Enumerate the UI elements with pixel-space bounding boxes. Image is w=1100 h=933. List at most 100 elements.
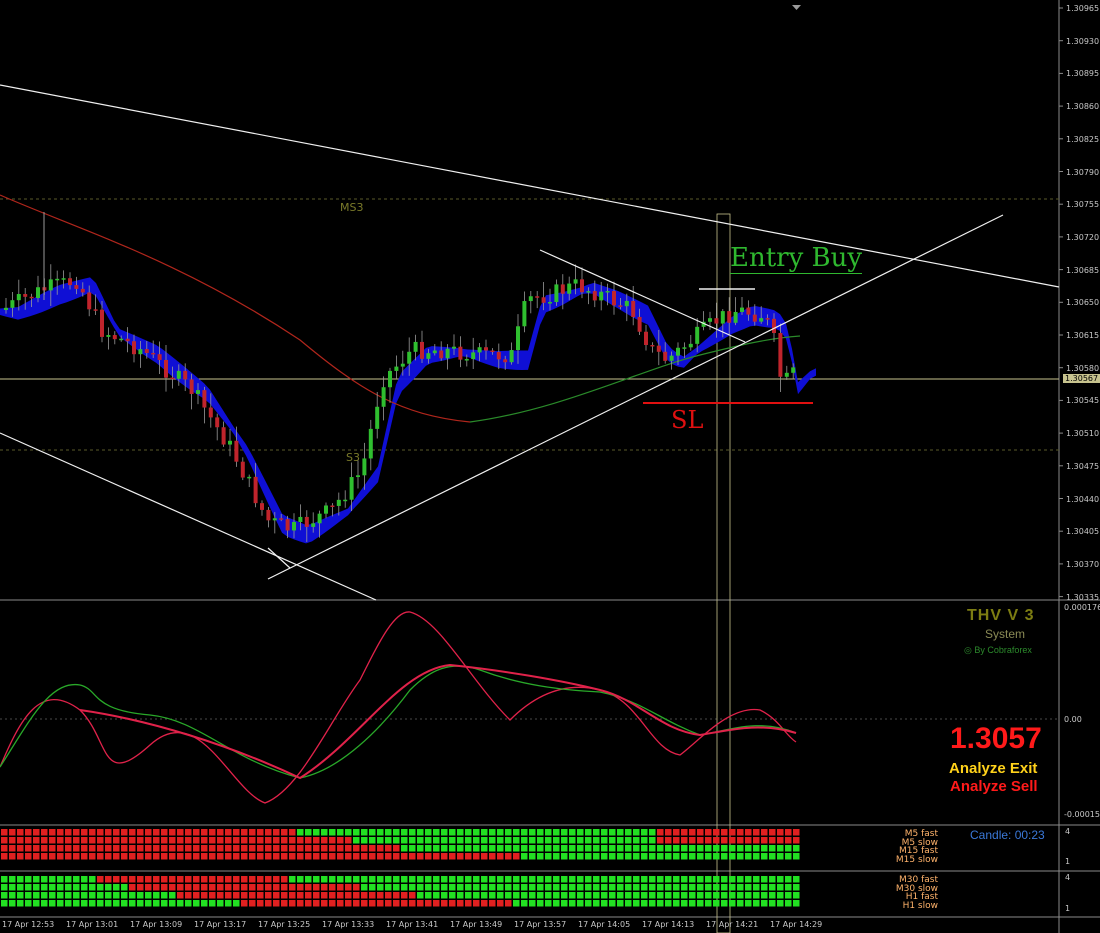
- signal-cell: [289, 900, 296, 907]
- signal-cell: [521, 884, 528, 891]
- signal-cell: [521, 900, 528, 907]
- signal-cell: [593, 884, 600, 891]
- signal-cell: [545, 853, 552, 860]
- signal-cell: [513, 853, 520, 860]
- price-axis-label: 1.30510: [1066, 429, 1100, 439]
- signal-cell: [65, 892, 72, 899]
- signal-cell: [345, 837, 352, 844]
- signal-cell: [97, 876, 104, 883]
- signal-cell: [745, 829, 752, 836]
- signal-cell: [1, 900, 8, 907]
- signal-cell: [241, 837, 248, 844]
- signal-cell: [721, 837, 728, 844]
- signal-cell: [641, 845, 648, 852]
- signal-cell: [681, 884, 688, 891]
- signal-cell: [465, 900, 472, 907]
- signal-cell: [505, 845, 512, 852]
- candle-body: [669, 355, 674, 361]
- signal-cell: [153, 845, 160, 852]
- signal-cell: [505, 853, 512, 860]
- signal-cell: [433, 884, 440, 891]
- level-label-ms3: MS3: [340, 201, 364, 214]
- signal-cell: [369, 884, 376, 891]
- signal-cell: [65, 900, 72, 907]
- candle-body: [144, 349, 149, 353]
- signal-cell: [289, 853, 296, 860]
- signal-cell: [545, 884, 552, 891]
- signal-cell: [761, 876, 768, 883]
- signal-cell: [593, 853, 600, 860]
- signal-cell: [673, 884, 680, 891]
- signal-cell: [433, 853, 440, 860]
- signal-cell: [441, 853, 448, 860]
- signal-cell: [113, 892, 120, 899]
- candle-body: [496, 351, 501, 360]
- signal-cell: [177, 892, 184, 899]
- signal-cell: [209, 892, 216, 899]
- candle-body: [221, 427, 226, 445]
- candle-body: [445, 348, 450, 359]
- signal-cell: [529, 884, 536, 891]
- candle-body: [746, 307, 751, 315]
- signal-cell: [689, 837, 696, 844]
- signal-cell: [497, 876, 504, 883]
- signal-cell: [217, 829, 224, 836]
- signal-cell: [457, 900, 464, 907]
- signal-cell: [297, 829, 304, 836]
- signal-cell: [457, 892, 464, 899]
- signal-cell: [521, 892, 528, 899]
- signal-cell: [585, 837, 592, 844]
- signal-cell: [73, 845, 80, 852]
- trend-lines[interactable]: [0, 84, 1060, 601]
- signal-cell: [185, 845, 192, 852]
- signal-cell: [729, 853, 736, 860]
- candle-timer: Candle: 00:23: [970, 828, 1045, 842]
- signal-cell: [577, 900, 584, 907]
- signal-cell: [721, 853, 728, 860]
- signal-cell: [193, 900, 200, 907]
- osc-scale-bottom: -0.00015: [1064, 810, 1100, 819]
- signal-cell: [713, 845, 720, 852]
- candle-body: [285, 519, 290, 531]
- signal-cell: [553, 884, 560, 891]
- signal-cell: [689, 884, 696, 891]
- signal-cell: [425, 900, 432, 907]
- signal-cell: [377, 845, 384, 852]
- signal-cell: [753, 845, 760, 852]
- signal-cell: [169, 837, 176, 844]
- signal-cell: [9, 900, 16, 907]
- candle-body: [292, 521, 296, 531]
- candle-body: [663, 351, 668, 361]
- signal-cell: [409, 853, 416, 860]
- signal-cell: [585, 845, 592, 852]
- time-axis-label: 17 Apr 14:05: [578, 920, 631, 929]
- signal-cell: [201, 876, 208, 883]
- signal-cell: [585, 853, 592, 860]
- signal-cell: [393, 845, 400, 852]
- signal-cell: [265, 900, 272, 907]
- signal-cell: [49, 853, 56, 860]
- signal-cell: [449, 853, 456, 860]
- signal-cell: [649, 900, 656, 907]
- signal-cell: [161, 829, 168, 836]
- signal-cell: [281, 892, 288, 899]
- signal-cell: [105, 900, 112, 907]
- signal-cell: [369, 837, 376, 844]
- signal-cell: [465, 829, 472, 836]
- signal-cell: [697, 853, 704, 860]
- signal-cell: [25, 837, 32, 844]
- price-chart[interactable]: [0, 0, 1100, 933]
- signal-cell: [65, 884, 72, 891]
- signal-cell: [369, 845, 376, 852]
- signal-cell: [761, 884, 768, 891]
- signal-cell: [329, 837, 336, 844]
- price-axis-label: 1.30335: [1066, 592, 1100, 602]
- signal-cell: [633, 837, 640, 844]
- signal-cell: [305, 884, 312, 891]
- signal-cell: [745, 884, 752, 891]
- signal-cell: [17, 829, 24, 836]
- signal-cell: [305, 876, 312, 883]
- price-axis-label: 1.30475: [1066, 461, 1100, 471]
- signal-cell: [489, 845, 496, 852]
- signal-cell: [505, 900, 512, 907]
